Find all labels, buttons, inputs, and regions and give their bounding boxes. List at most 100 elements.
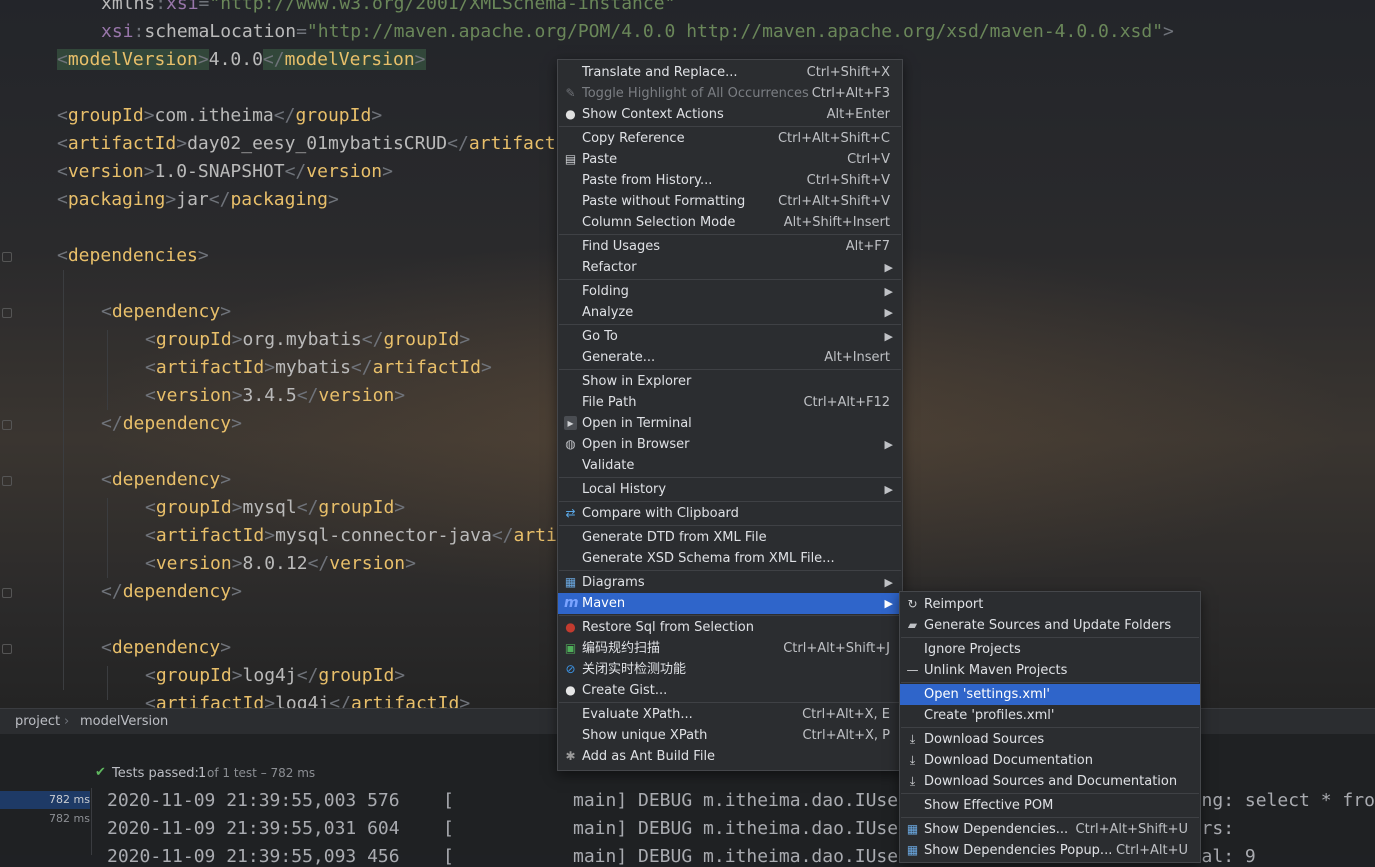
menu-item-download-sources[interactable]: ⤓ Download Sources: [900, 729, 1200, 750]
code-line: xmlns:xsi="http://www.w3.org/2001/XMLSch…: [101, 0, 675, 18]
code-token: <: [57, 245, 68, 266]
menu-item-show-in-explorer[interactable]: Show in Explorer: [558, 371, 902, 392]
menu-item-folding[interactable]: Folding ▶: [558, 281, 902, 302]
fold-marker-icon[interactable]: [2, 252, 12, 262]
code-token: version: [306, 161, 383, 182]
menu-item-restore-sql-from-selection[interactable]: ● Restore Sql from Selection: [558, 617, 902, 638]
menu-item-label: Unlink Maven Projects: [924, 663, 1068, 678]
github-icon: ●: [565, 683, 576, 697]
code-token: groupId: [155, 665, 232, 686]
fold-marker-icon[interactable]: [2, 420, 12, 430]
menu-item-shortcut: Alt+Enter: [826, 107, 890, 122]
code-token: com.itheima: [154, 105, 274, 126]
menu-item-label: Find Usages: [582, 239, 661, 254]
menu-item-analyze[interactable]: Analyze ▶: [558, 302, 902, 323]
menu-item-file-path[interactable]: File Path Ctrl+Alt+F12: [558, 392, 902, 413]
menu-item-open-settings-xml[interactable]: Open 'settings.xml': [900, 684, 1200, 705]
code-token: groupId: [295, 105, 372, 126]
menu-item-evaluate-xpath[interactable]: Evaluate XPath... Ctrl+Alt+X, E: [558, 704, 902, 725]
code-token: dependency: [111, 301, 221, 322]
menu-item-reimport[interactable]: ↻ Reimport: [900, 594, 1200, 615]
code-token: artifactId: [155, 525, 265, 546]
code-token: <: [145, 329, 156, 350]
menu-item-label: Restore Sql from Selection: [582, 620, 755, 635]
breadcrumb-item-modelversion[interactable]: modelVersion: [80, 714, 168, 729]
menu-item-download-documentation[interactable]: ⤓ Download Documentation: [900, 750, 1200, 771]
menu-item-label: Show Effective POM: [924, 798, 1054, 813]
menu-item-label: Compare with Clipboard: [582, 506, 739, 521]
menu-item-show-effective-pom[interactable]: Show Effective POM: [900, 795, 1200, 816]
menu-item-item[interactable]: ▣ 编码规约扫描 Ctrl+Alt+Shift+J: [558, 638, 902, 659]
code-token: <: [57, 49, 68, 70]
code-token: version: [155, 385, 232, 406]
submenu-arrow-icon: ▶: [884, 438, 893, 451]
menu-item-column-selection-mode[interactable]: Column Selection Mode Alt+Shift+Insert: [558, 212, 902, 233]
menu-item-unlink-maven-projects[interactable]: — Unlink Maven Projects: [900, 660, 1200, 681]
menu-item-label: Toggle Highlight of All Occurrences: [582, 86, 809, 101]
menu-item-label: Show unique XPath: [582, 728, 708, 743]
fold-marker-icon[interactable]: [2, 644, 12, 654]
menu-item-ignore-projects[interactable]: Ignore Projects: [900, 639, 1200, 660]
menu-item-add-as-ant-build-file[interactable]: ✱ Add as Ant Build File: [558, 746, 902, 767]
clipboard-icon: ▤: [564, 152, 577, 166]
code-token: groupId: [67, 105, 144, 126]
menu-item-label: Diagrams: [582, 575, 645, 590]
fold-marker-icon[interactable]: [2, 308, 12, 318]
menu-separator: [901, 637, 1199, 638]
menu-item-compare-with-clipboard[interactable]: ⇄ Compare with Clipboard: [558, 503, 902, 524]
menu-item-diagrams[interactable]: ▦ Diagrams ▶: [558, 572, 902, 593]
code-token: <: [145, 693, 156, 708]
menu-item-show-dependencies[interactable]: ▦ Show Dependencies... Ctrl+Alt+Shift+U: [900, 819, 1200, 840]
code-token: "http://www.w3.org/2001/XMLSchema-instan…: [209, 0, 676, 14]
menu-item-paste-without-formatting[interactable]: Paste without Formatting Ctrl+Alt+Shift+V: [558, 191, 902, 212]
code-token: </: [296, 665, 319, 686]
menu-item-label: Show Dependencies...: [924, 822, 1069, 837]
restore-sql-icon: ●: [565, 620, 576, 634]
code-token: >: [143, 161, 155, 182]
menu-item-find-usages[interactable]: Find Usages Alt+F7: [558, 236, 902, 257]
menu-item-open-in-browser[interactable]: ◍ Open in Browser ▶: [558, 434, 902, 455]
fold-marker-icon[interactable]: [2, 476, 12, 486]
code-token: >: [394, 665, 406, 686]
code-token: >: [394, 497, 406, 518]
code-token: >: [231, 385, 243, 406]
breadcrumb-item-project[interactable]: project: [15, 714, 60, 729]
code-token: >: [176, 133, 188, 154]
code-token: </: [329, 693, 351, 708]
menu-item-generate-xsd-schema-from-xml-file[interactable]: Generate XSD Schema from XML File...: [558, 548, 902, 569]
menu-item-generate[interactable]: Generate... Alt+Insert: [558, 347, 902, 368]
menu-item-generate-dtd-from-xml-file[interactable]: Generate DTD from XML File: [558, 527, 902, 548]
menu-item-item[interactable]: ⊘ 关闭实时检测功能: [558, 659, 902, 680]
menu-item-translate-and-replace[interactable]: Translate and Replace... Ctrl+Shift+X: [558, 62, 902, 83]
menu-item-create-gist[interactable]: ● Create Gist...: [558, 680, 902, 701]
menu-item-validate[interactable]: Validate: [558, 455, 902, 476]
menu-item-label: Column Selection Mode: [582, 215, 736, 230]
menu-item-open-in-terminal[interactable]: ▸ Open in Terminal: [558, 413, 902, 434]
menu-item-create-profiles-xml[interactable]: Create 'profiles.xml': [900, 705, 1200, 726]
menu-item-local-history[interactable]: Local History ▶: [558, 479, 902, 500]
code-token: </: [101, 581, 123, 602]
menu-separator: [901, 682, 1199, 683]
menu-item-maven[interactable]: m Maven ▶: [558, 593, 902, 614]
menu-item-paste[interactable]: ▤ Paste Ctrl+V: [558, 149, 902, 170]
code-token: modelVersion: [284, 49, 415, 70]
terminal-icon: ▸: [564, 416, 577, 430]
menu-item-show-context-actions[interactable]: ● Show Context Actions Alt+Enter: [558, 104, 902, 125]
menu-item-show-dependencies-popup[interactable]: ▦ Show Dependencies Popup... Ctrl+Alt+U: [900, 840, 1200, 861]
menu-item-refactor[interactable]: Refactor ▶: [558, 257, 902, 278]
menu-item-go-to[interactable]: Go To ▶: [558, 326, 902, 347]
menu-item-label: Open 'settings.xml': [924, 687, 1050, 702]
menu-item-show-unique-xpath[interactable]: Show unique XPath Ctrl+Alt+X, P: [558, 725, 902, 746]
menu-item-paste-from-history[interactable]: Paste from History... Ctrl+Shift+V: [558, 170, 902, 191]
menu-item-download-sources-and-documentation[interactable]: ⤓ Download Sources and Documentation: [900, 771, 1200, 792]
menu-item-copy-reference[interactable]: Copy Reference Ctrl+Alt+Shift+C: [558, 128, 902, 149]
menu-item-label: 关闭实时检测功能: [582, 662, 687, 677]
code-token: >: [414, 49, 426, 70]
ant-icon: ✱: [565, 749, 576, 763]
menu-item-generate-sources-and-update-folders[interactable]: ▰ Generate Sources and Update Folders: [900, 615, 1200, 636]
menu-item-label: Generate Sources and Update Folders: [924, 618, 1172, 633]
code-line: <artifactId>day02_eesy_01mybatisCRUD</ar…: [57, 130, 588, 158]
test-duration: 782 ms: [49, 793, 90, 806]
code-token: </: [447, 133, 469, 154]
fold-marker-icon[interactable]: [2, 588, 12, 598]
